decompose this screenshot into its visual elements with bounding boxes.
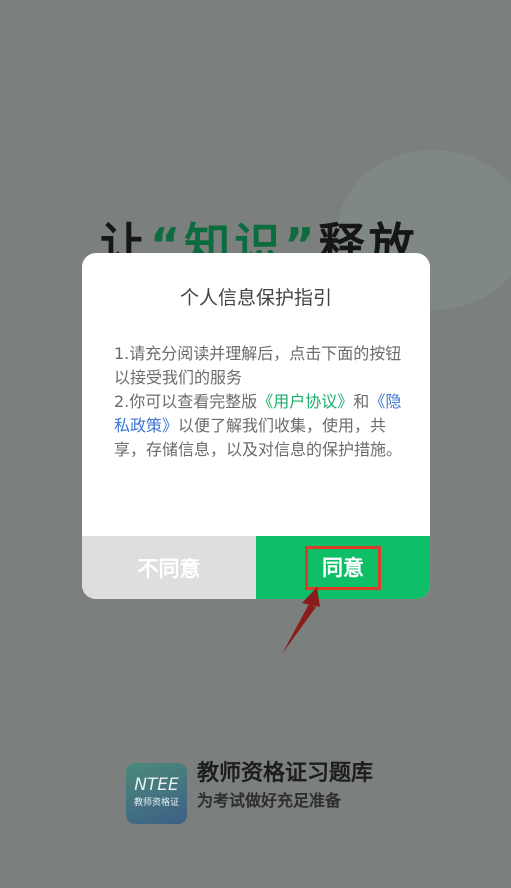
agree-label: 同意 — [305, 545, 381, 590]
app-tagline: 为考试做好充足准备 — [197, 791, 342, 810]
disagree-button[interactable]: 不同意 — [82, 536, 256, 599]
dialog-body: 1.请充分阅读并理解后，点击下面的按钮以接受我们的服务 2.你可以查看完整版《用… — [114, 342, 404, 462]
dialog-title: 个人信息保护指引 — [179, 287, 332, 309]
disagree-label: 不同意 — [137, 556, 201, 581]
dialog-paragraph-2: 2.你可以查看完整版《用户协议》和《隐私政策》以便了解我们收集，使用，共享，存储… — [114, 390, 404, 462]
arrow-shaft — [282, 604, 316, 654]
privacy-dialog: 个人信息保护指引 1.请充分阅读并理解后，点击下面的按钮以接受我们的服务 2.你… — [82, 253, 430, 599]
user-agreement-link[interactable]: 《用户协议》 — [257, 392, 353, 411]
dialog-paragraph-1: 1.请充分阅读并理解后，点击下面的按钮以接受我们的服务 — [114, 344, 402, 387]
paragraph-2-and: 和 — [353, 392, 370, 411]
app-logo: NTEE 教师资格证 — [126, 763, 187, 824]
logo-sub-text: 教师资格证 — [133, 798, 179, 808]
agree-button[interactable]: 同意 — [256, 536, 430, 599]
app-title: 教师资格证习题库 — [197, 761, 374, 786]
paragraph-2-prefix: 2.你可以查看完整版 — [114, 392, 258, 411]
logo-main-text: NTEE — [134, 775, 179, 795]
